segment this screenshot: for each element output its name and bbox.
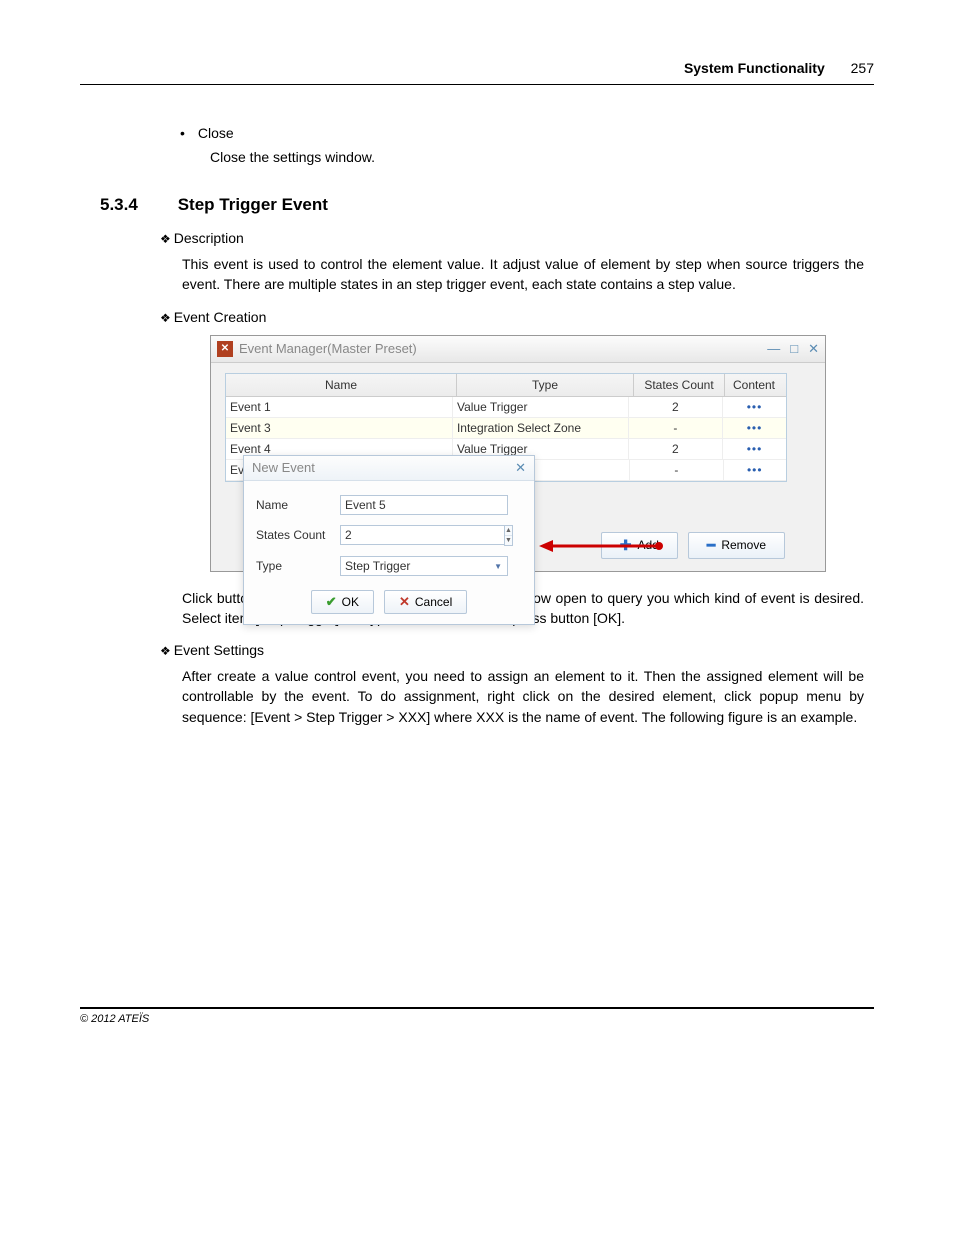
- cancel-button[interactable]: ✕ Cancel: [384, 590, 467, 614]
- states-label: States Count: [256, 528, 340, 542]
- cell-states: -: [630, 460, 723, 480]
- event-settings-paragraph: After create a value control event, you …: [182, 666, 864, 727]
- x-icon: ✕: [399, 594, 410, 610]
- window-titlebar[interactable]: ✕ Event Manager(Master Preset) — □ ✕: [211, 336, 825, 363]
- description-label: Description: [174, 230, 244, 246]
- cancel-label: Cancel: [415, 595, 452, 609]
- new-event-dialog: New Event ✕ Name States Count: [243, 455, 535, 625]
- cell-content[interactable]: •••: [723, 439, 786, 459]
- event-creation-heading: ❖Event Creation: [160, 309, 874, 325]
- event-manager-window: ✕ Event Manager(Master Preset) — □ ✕ Nam…: [210, 335, 826, 572]
- header-page-number: 257: [851, 60, 874, 76]
- description-heading: ❖Description: [160, 230, 874, 246]
- name-input[interactable]: [340, 495, 508, 515]
- cell-states: 2: [629, 397, 723, 417]
- maximize-icon[interactable]: □: [790, 341, 798, 357]
- dialog-close-icon[interactable]: ✕: [515, 460, 526, 476]
- close-label: Close: [198, 125, 234, 141]
- description-paragraph: This event is used to control the elemen…: [182, 254, 864, 295]
- cell-type: Value Trigger: [453, 397, 629, 417]
- col-states[interactable]: States Count: [634, 374, 725, 396]
- cell-content[interactable]: •••: [723, 418, 786, 438]
- app-icon: ✕: [217, 341, 233, 357]
- bullet-icon: •: [180, 125, 194, 141]
- col-content[interactable]: Content: [725, 374, 783, 396]
- table-row[interactable]: Event 1 Value Trigger 2 •••: [226, 397, 786, 418]
- minimize-icon[interactable]: —: [767, 341, 780, 357]
- window-title: Event Manager(Master Preset): [239, 341, 767, 356]
- event-settings-heading: ❖Event Settings: [160, 642, 874, 658]
- col-type[interactable]: Type: [457, 374, 634, 396]
- remove-button[interactable]: ━ Remove: [688, 532, 785, 559]
- diamond-icon: ❖: [160, 644, 171, 658]
- diamond-icon: ❖: [160, 232, 171, 246]
- plus-icon: ✚: [620, 537, 632, 554]
- cell-states: 2: [629, 439, 723, 459]
- diamond-icon: ❖: [160, 311, 171, 325]
- spin-down-icon[interactable]: ▼: [505, 536, 512, 545]
- col-name[interactable]: Name: [226, 374, 457, 396]
- ok-button[interactable]: ✔ OK: [311, 590, 374, 614]
- states-count-stepper[interactable]: ▲ ▼: [340, 525, 508, 546]
- page-header: System Functionality 257: [80, 60, 874, 85]
- section-title: Step Trigger Event: [178, 195, 328, 214]
- table-row[interactable]: Event 3 Integration Select Zone - •••: [226, 418, 786, 439]
- ok-label: OK: [342, 595, 359, 609]
- chevron-down-icon[interactable]: ▼: [494, 562, 502, 571]
- add-button[interactable]: ✚ Add: [601, 532, 678, 559]
- section-heading: 5.3.4 Step Trigger Event: [100, 195, 874, 215]
- cell-name: Event 3: [226, 418, 453, 438]
- spin-up-icon[interactable]: ▲: [505, 526, 512, 536]
- close-description: Close the settings window.: [210, 149, 874, 165]
- type-label: Type: [256, 559, 340, 573]
- event-creation-label: Event Creation: [174, 309, 267, 325]
- copyright: © 2012 ATEÏS: [80, 1013, 149, 1025]
- event-settings-label: Event Settings: [174, 642, 264, 658]
- cell-name: Event 1: [226, 397, 453, 417]
- name-label: Name: [256, 498, 340, 512]
- cell-content[interactable]: •••: [723, 397, 786, 417]
- close-icon[interactable]: ✕: [808, 341, 819, 357]
- cell-content[interactable]: •••: [724, 460, 786, 480]
- grid-header: Name Type States Count Content: [226, 374, 786, 397]
- cell-type: Integration Select Zone: [453, 418, 629, 438]
- section-number: 5.3.4: [100, 195, 138, 215]
- states-input[interactable]: [340, 525, 504, 545]
- dialog-title: New Event: [252, 460, 315, 475]
- header-section-title: System Functionality: [684, 60, 825, 76]
- page-footer: © 2012 ATEÏS: [80, 1007, 874, 1025]
- remove-label: Remove: [721, 538, 766, 552]
- cell-states: -: [629, 418, 723, 438]
- minus-icon: ━: [707, 537, 715, 554]
- add-label: Add: [638, 538, 659, 552]
- type-combobox[interactable]: ▼: [340, 556, 508, 576]
- check-icon: ✔: [326, 594, 337, 610]
- type-input[interactable]: [340, 556, 508, 576]
- close-bullet: • Close: [180, 125, 874, 141]
